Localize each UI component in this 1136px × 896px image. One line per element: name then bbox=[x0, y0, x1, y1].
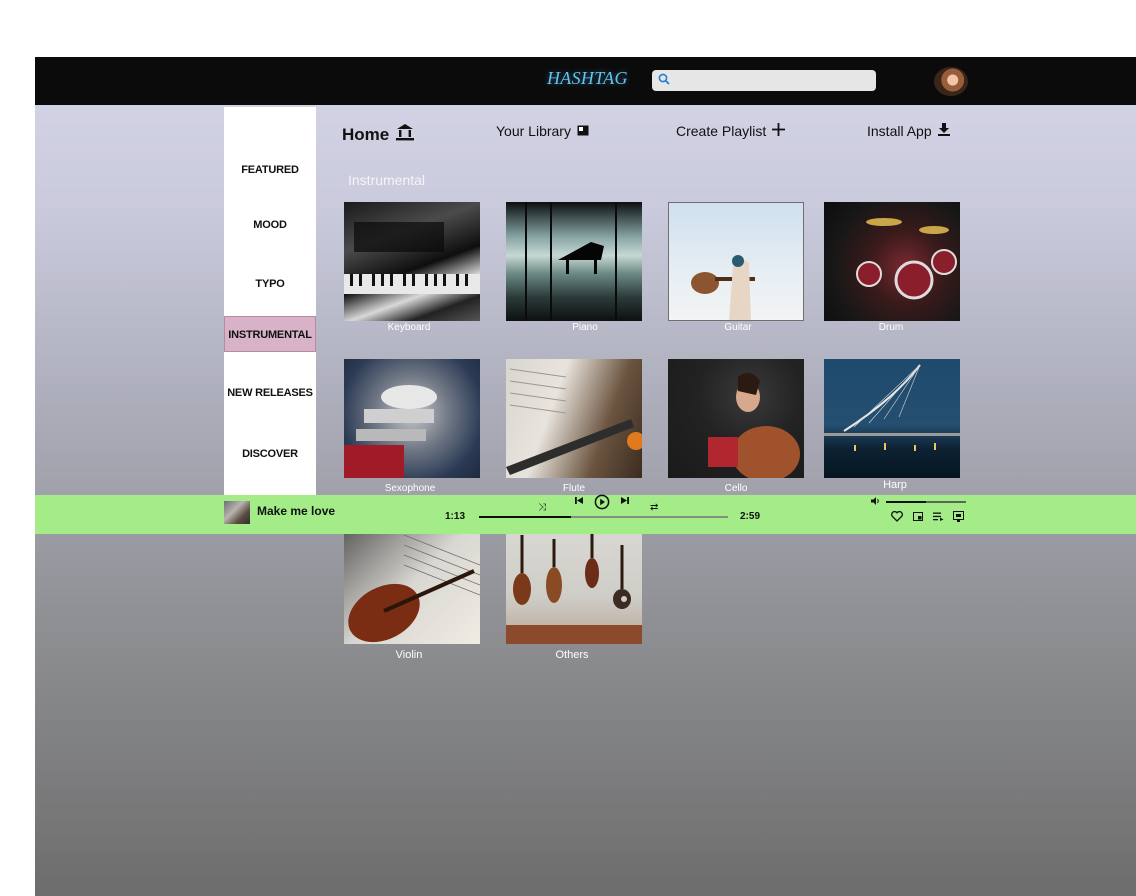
mini-player-icon[interactable] bbox=[913, 512, 923, 524]
card-drum[interactable] bbox=[824, 202, 960, 321]
volume-slider[interactable] bbox=[886, 501, 966, 503]
sidebar-item-featured[interactable]: FEATURED bbox=[224, 164, 316, 176]
duration-time: 2:59 bbox=[740, 511, 761, 522]
nav-your-library[interactable]: Your Library bbox=[496, 123, 589, 139]
nav-library-label: Your Library bbox=[496, 123, 571, 139]
download-icon bbox=[937, 123, 950, 139]
search-input[interactable] bbox=[674, 72, 868, 89]
volume-icon[interactable] bbox=[871, 497, 880, 507]
sidebar-item-discover[interactable]: DISCOVER bbox=[224, 448, 316, 460]
repeat-icon[interactable]: ⇄ bbox=[650, 503, 658, 513]
track-thumbnail[interactable] bbox=[224, 501, 250, 524]
section-title: Instrumental bbox=[348, 172, 426, 188]
search-icon[interactable] bbox=[658, 72, 670, 90]
nav-create-playlist[interactable]: Create Playlist bbox=[676, 123, 786, 139]
card-piano[interactable] bbox=[506, 202, 642, 321]
card-label-piano: Piano bbox=[572, 322, 598, 333]
card-label-guitar: Guitar bbox=[724, 322, 752, 333]
nav-home[interactable]: Home bbox=[342, 123, 415, 146]
track-title[interactable]: Make me love bbox=[257, 504, 335, 518]
category-sidebar: FEATURED MOOD TYPO INSTRUMENTAL NEW RELE… bbox=[224, 107, 316, 496]
card-label-violin: Violin bbox=[395, 649, 423, 661]
sidebar-item-mood[interactable]: MOOD bbox=[224, 219, 316, 231]
heart-icon[interactable] bbox=[891, 510, 903, 525]
sidebar-item-typo[interactable]: TYPO bbox=[224, 278, 316, 290]
card-violin[interactable] bbox=[344, 525, 480, 644]
nav-home-label: Home bbox=[342, 124, 390, 144]
card-label-harp: Harp bbox=[883, 479, 907, 491]
card-label-sexophone: Sexophone bbox=[384, 483, 436, 494]
shuffle-icon[interactable]: ⤨ bbox=[538, 503, 546, 513]
sidebar-item-instrumental[interactable]: INSTRUMENTAL bbox=[224, 316, 316, 352]
home-icon bbox=[395, 123, 415, 146]
card-label-drum: Drum bbox=[878, 322, 904, 333]
search-bar[interactable] bbox=[652, 70, 876, 91]
card-label-cello: Cello bbox=[724, 483, 748, 494]
progress-bar[interactable] bbox=[479, 516, 728, 518]
card-keyboard[interactable] bbox=[344, 202, 480, 321]
previous-icon[interactable] bbox=[575, 496, 584, 508]
next-icon[interactable] bbox=[620, 496, 629, 508]
card-label-flute: Flute bbox=[562, 483, 586, 494]
top-bar: HASHTAG bbox=[35, 57, 1136, 105]
progress-fill bbox=[479, 516, 572, 518]
card-label-keyboard: Keyboard bbox=[387, 322, 431, 333]
nav-create-label: Create Playlist bbox=[676, 123, 767, 139]
elapsed-time: 1:13 bbox=[445, 511, 466, 522]
card-others[interactable] bbox=[506, 525, 642, 644]
play-icon[interactable] bbox=[594, 494, 610, 513]
card-label-others: Others bbox=[555, 649, 589, 661]
player-bar: Make me love 1:13 2:59 ⤨ ⇄ bbox=[35, 494, 1136, 534]
plus-icon bbox=[772, 123, 786, 139]
card-flute[interactable] bbox=[506, 359, 642, 478]
sidebar-item-new-releases[interactable]: NEW RELEASES bbox=[224, 387, 316, 399]
volume-fill bbox=[886, 501, 926, 503]
card-harp[interactable] bbox=[824, 359, 960, 478]
app-logo[interactable]: HASHTAG bbox=[547, 68, 628, 89]
nav-install-app[interactable]: Install App bbox=[867, 123, 950, 139]
nav-install-label: Install App bbox=[867, 123, 932, 139]
connect-device-icon[interactable] bbox=[953, 511, 964, 525]
app-page: HASHTAG FEATURED MOOD TYPO INSTRUMENTAL … bbox=[35, 57, 1136, 896]
card-sexophone[interactable] bbox=[344, 359, 480, 478]
user-avatar[interactable] bbox=[934, 67, 968, 96]
card-cello[interactable] bbox=[668, 359, 804, 478]
card-guitar[interactable] bbox=[668, 202, 804, 321]
library-icon bbox=[577, 123, 589, 139]
queue-icon[interactable] bbox=[933, 512, 944, 524]
